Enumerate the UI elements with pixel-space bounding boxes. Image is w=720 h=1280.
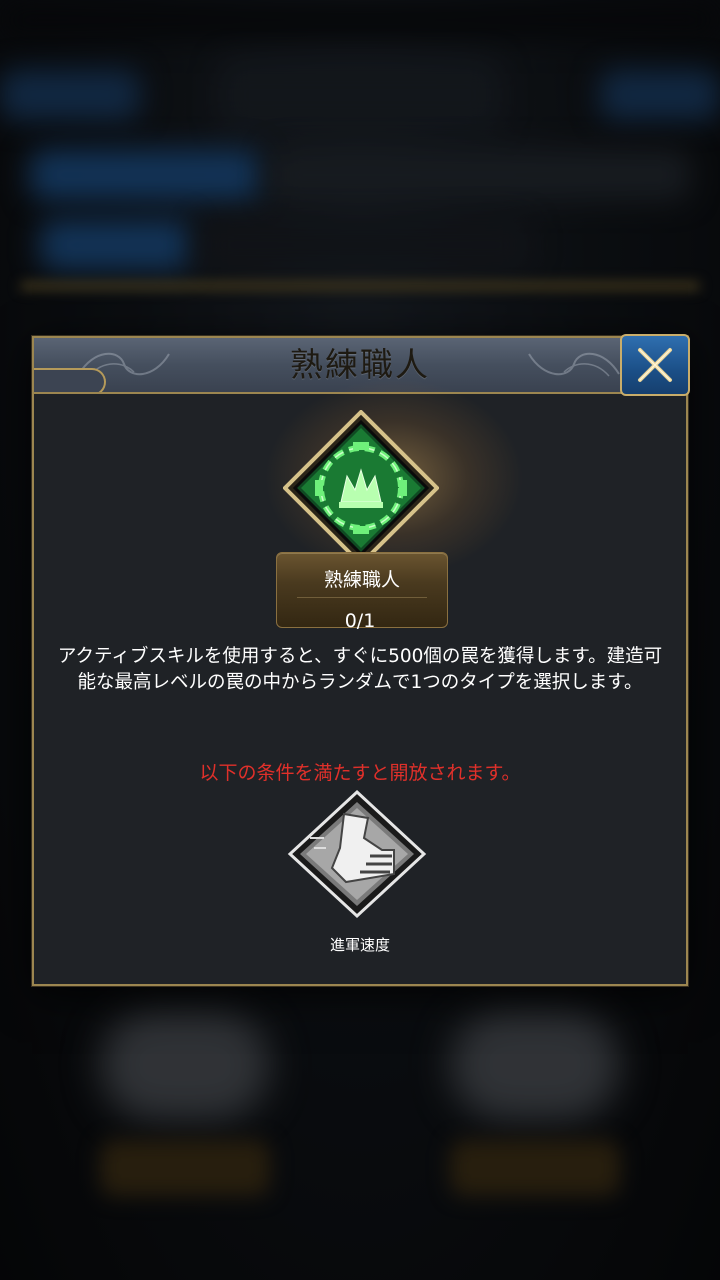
requirement-label: 進軍速度: [329, 936, 390, 954]
chained-trap-icon: [283, 410, 439, 566]
unlock-condition-text: 以下の条件を満たすと開放されます。: [199, 762, 521, 784]
close-button[interactable]: [620, 334, 690, 396]
divider: [297, 597, 427, 598]
skill-level: 0/1: [344, 610, 376, 632]
close-x-icon: [638, 348, 672, 382]
skill-description: アクティブスキルを使用すると、すぐに500個の罠を獲得します。建造可能な最高レベ…: [57, 646, 663, 693]
skill-detail-dialog: 熟練職人 熟練職人 0/1 アクティブスキルを使用すると、すぐに500個の罠を獲…: [32, 334, 690, 986]
skill-name: 熟練職人: [323, 569, 400, 591]
march-speed-boot-icon[interactable]: [286, 788, 428, 920]
